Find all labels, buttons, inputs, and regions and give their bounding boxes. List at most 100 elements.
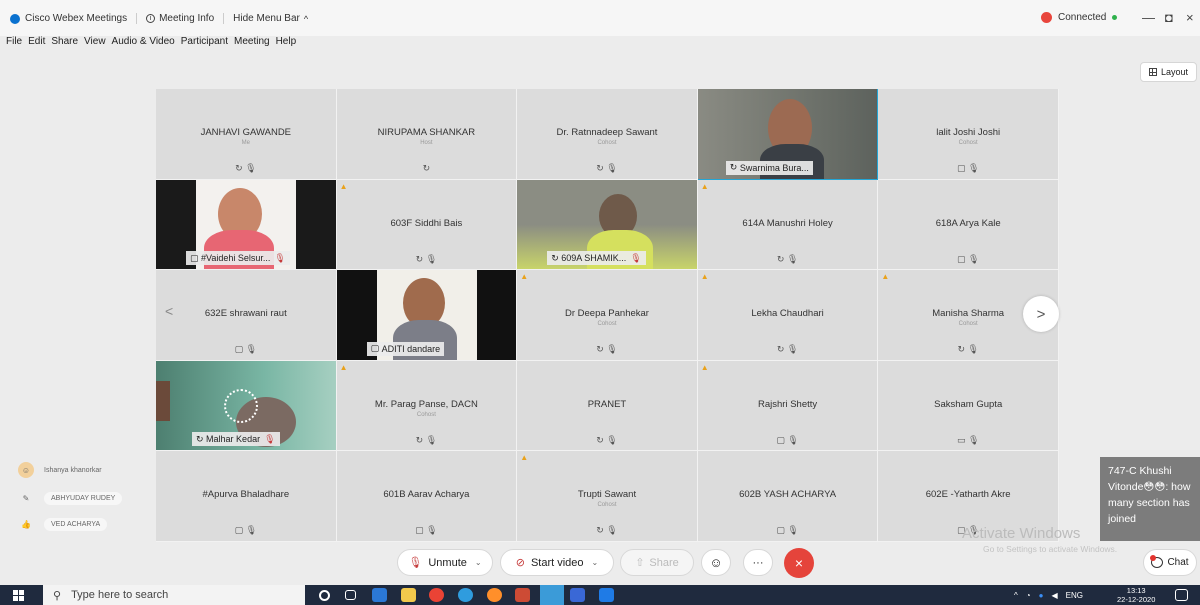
menu-view[interactable]: View bbox=[84, 36, 106, 47]
chat-button[interactable]: Chat bbox=[1143, 549, 1197, 576]
participant-tile[interactable]: ▲ Rajshri Shetty ▢ 🎙 bbox=[697, 360, 879, 452]
warning-icon: ▲ bbox=[520, 272, 529, 282]
chevron-up-icon[interactable]: ^ bbox=[1014, 591, 1018, 600]
language-indicator[interactable]: ENG bbox=[1066, 591, 1083, 600]
chrome-icon[interactable] bbox=[429, 588, 444, 602]
firefox-icon[interactable] bbox=[487, 588, 502, 602]
share-label: Share bbox=[649, 556, 679, 569]
minimize-button[interactable]: — bbox=[1142, 10, 1155, 25]
participant-name: Rajshri Shetty bbox=[758, 398, 818, 410]
menu-bar: File Edit Share View Audio & Video Parti… bbox=[6, 36, 302, 47]
menu-edit[interactable]: Edit bbox=[28, 36, 45, 47]
participant-status-icons: ↻ 🎙 bbox=[596, 525, 618, 536]
side-list-item: 👍 VED ACHARYA bbox=[18, 516, 108, 532]
security-icon[interactable]: ● bbox=[1039, 591, 1044, 600]
participant-name: #Vaidehi Selsur... bbox=[201, 253, 271, 264]
chevron-up-icon: ^ bbox=[303, 13, 309, 24]
edge-icon[interactable] bbox=[458, 588, 473, 602]
participant-tile[interactable]: ▲ 614A Manushri Holey ↻ 🎙 bbox=[697, 179, 879, 271]
participant-tile[interactable]: ▲ Trupti Sawant Cohost ↻ 🎙 bbox=[517, 451, 698, 542]
status-dot-icon bbox=[1112, 15, 1118, 20]
participant-tile[interactable]: ▲ Lekha Chaudhari ↻ 🎙 bbox=[697, 270, 879, 361]
participant-tile[interactable]: Saksham Gupta ▭ 🎙 bbox=[878, 360, 1059, 452]
participant-tile[interactable]: 602B YASH ACHARYA ▢ 🎙 bbox=[697, 451, 879, 542]
participant-tile[interactable]: ▲ 603F Siddhi Bais ↻ 🎙 bbox=[336, 179, 518, 271]
participant-status-icons: ↻ 🎙 bbox=[596, 434, 618, 445]
participant-name: Mr. Parag Panse, DACN bbox=[374, 398, 478, 410]
participant-name: 609A SHAMIK... bbox=[561, 253, 627, 264]
taskbar-search[interactable]: ⚲ Type here to search bbox=[43, 585, 305, 605]
participant-tile[interactable]: Dr. Ratnnadeep Sawant Cohost ↻ 🎙 bbox=[517, 89, 698, 180]
cortana-icon[interactable] bbox=[319, 590, 330, 601]
chat-notification[interactable]: 747-C Khushi Vitonde😳😳: how many section… bbox=[1100, 457, 1200, 541]
participant-name: 602E -Yatharth Akre bbox=[925, 489, 1011, 501]
close-button[interactable]: × bbox=[1186, 10, 1194, 25]
app-icon[interactable] bbox=[570, 588, 585, 602]
chevron-left-icon[interactable]: < bbox=[165, 303, 173, 319]
participant-status-icons: ↻ 🎙 bbox=[776, 253, 799, 264]
participant-role: Cohost bbox=[416, 411, 436, 418]
menu-file[interactable]: File bbox=[6, 36, 22, 47]
hide-menu-bar-button[interactable]: Hide Menu Bar bbox=[233, 13, 300, 24]
next-page-button[interactable]: > bbox=[1023, 296, 1059, 332]
participant-video-tile[interactable]: ↻ 609A SHAMIK... 🎙 bbox=[517, 179, 698, 271]
meeting-info-button[interactable]: Meeting Info bbox=[159, 13, 214, 24]
connection-status[interactable]: Connected bbox=[1041, 12, 1118, 23]
participant-tile[interactable]: JANHAVI GAWANDE Me ↻ 🎙 bbox=[156, 89, 337, 180]
webex-taskbar-icon[interactable] bbox=[540, 585, 564, 605]
participant-video-tile[interactable]: ↻ Swarnima Bura... bbox=[697, 89, 879, 180]
participant-status-icons: ▢ 🎙 bbox=[234, 344, 258, 355]
layout-button[interactable]: Layout bbox=[1140, 62, 1197, 82]
side-list-name: VED ACHARYA bbox=[44, 517, 108, 531]
notification-center-icon[interactable] bbox=[1175, 589, 1188, 601]
participant-tile[interactable]: 618A Arya Kale ▢ 🎙 bbox=[878, 179, 1059, 271]
menu-share[interactable]: Share bbox=[51, 36, 78, 47]
start-video-button[interactable]: ⊘ Start video ⌄ bbox=[500, 549, 614, 576]
participant-name: #Apurva Bhaladhare bbox=[202, 489, 290, 501]
participant-tile[interactable]: 632E shrawani raut ▢ 🎙 bbox=[156, 270, 337, 361]
participant-name: 603F Siddhi Bais bbox=[390, 217, 463, 229]
more-options-button[interactable]: ··· bbox=[743, 549, 773, 576]
smiley-icon: ☺ bbox=[709, 555, 723, 570]
menu-meeting[interactable]: Meeting bbox=[234, 36, 270, 47]
participant-video-tile[interactable]: ▢ ADITI dandare bbox=[336, 270, 518, 361]
participant-tile[interactable]: NIRUPAMA SHANKAR Host ↻ bbox=[336, 89, 518, 180]
app-icon[interactable] bbox=[599, 588, 614, 602]
divider bbox=[223, 13, 225, 24]
refresh-icon: ↻ bbox=[551, 252, 562, 263]
participant-name: ADITI dandare bbox=[381, 343, 441, 354]
participant-tile[interactable]: ▲ Mr. Parag Panse, DACN Cohost ↻ 🎙 bbox=[336, 360, 518, 452]
taskbar-clock[interactable]: 13:13 22-12-2020 bbox=[1117, 586, 1155, 604]
task-view-icon[interactable] bbox=[345, 590, 356, 600]
participant-video-tile[interactable]: ▢ #Vaidehi Selsur... 🎙 bbox=[156, 179, 337, 271]
file-explorer-icon[interactable] bbox=[401, 588, 416, 602]
participant-video-tile[interactable]: ↻ Malhar Kedar 🎙 bbox=[156, 360, 337, 452]
mic-muted-icon: 🎙 bbox=[264, 433, 276, 444]
windows-start-icon[interactable] bbox=[13, 590, 24, 601]
participant-tile[interactable]: ▲ Dr Deepa Panhekar Cohost ↻ 🎙 bbox=[517, 270, 698, 361]
record-icon bbox=[1041, 12, 1052, 23]
maximize-button[interactable]: ◘ bbox=[1165, 10, 1173, 25]
participant-name: 614A Manushri Holey bbox=[742, 217, 833, 229]
windows-taskbar: ⚲ Type here to search ^ ◔ ● ◀ ENG 13:13 … bbox=[0, 585, 1200, 605]
participant-tile[interactable]: PRANET ↻ 🎙 bbox=[517, 360, 698, 452]
share-button[interactable]: ⇧ Share bbox=[620, 549, 694, 576]
store-icon[interactable] bbox=[372, 588, 387, 602]
menu-participant[interactable]: Participant bbox=[181, 36, 228, 47]
participant-name: Saksham Gupta bbox=[934, 398, 1003, 410]
participant-grid: JANHAVI GAWANDE Me ↻ 🎙 NIRUPAMA SHANKAR … bbox=[156, 89, 1059, 542]
participant-tile[interactable]: 601B Aarav Acharya ▢ 🎙 bbox=[336, 451, 518, 542]
participant-tile[interactable]: #Apurva Bhaladhare ▢ 🎙 bbox=[156, 451, 337, 542]
menu-audio-video[interactable]: Audio & Video bbox=[112, 36, 175, 47]
menu-help[interactable]: Help bbox=[276, 36, 297, 47]
participant-tile[interactable]: lalit Joshi Joshi Cohost ▢ 🎙 bbox=[878, 89, 1059, 180]
reactions-button[interactable]: ☺ bbox=[701, 549, 731, 576]
volume-icon[interactable]: ◀ bbox=[1051, 591, 1057, 600]
side-list-item: ✎ ABHYUDAY RUDEY bbox=[18, 490, 123, 506]
network-icon[interactable]: ◔ bbox=[1026, 591, 1031, 600]
unmute-button[interactable]: 🎙 Unmute ⌄ bbox=[397, 549, 493, 576]
participant-name: Dr. Ratnnadeep Sawant bbox=[556, 127, 658, 138]
powerpoint-icon[interactable] bbox=[515, 588, 530, 602]
participant-name: Trupti Sawant bbox=[577, 489, 637, 501]
leave-meeting-button[interactable]: × bbox=[784, 548, 814, 578]
